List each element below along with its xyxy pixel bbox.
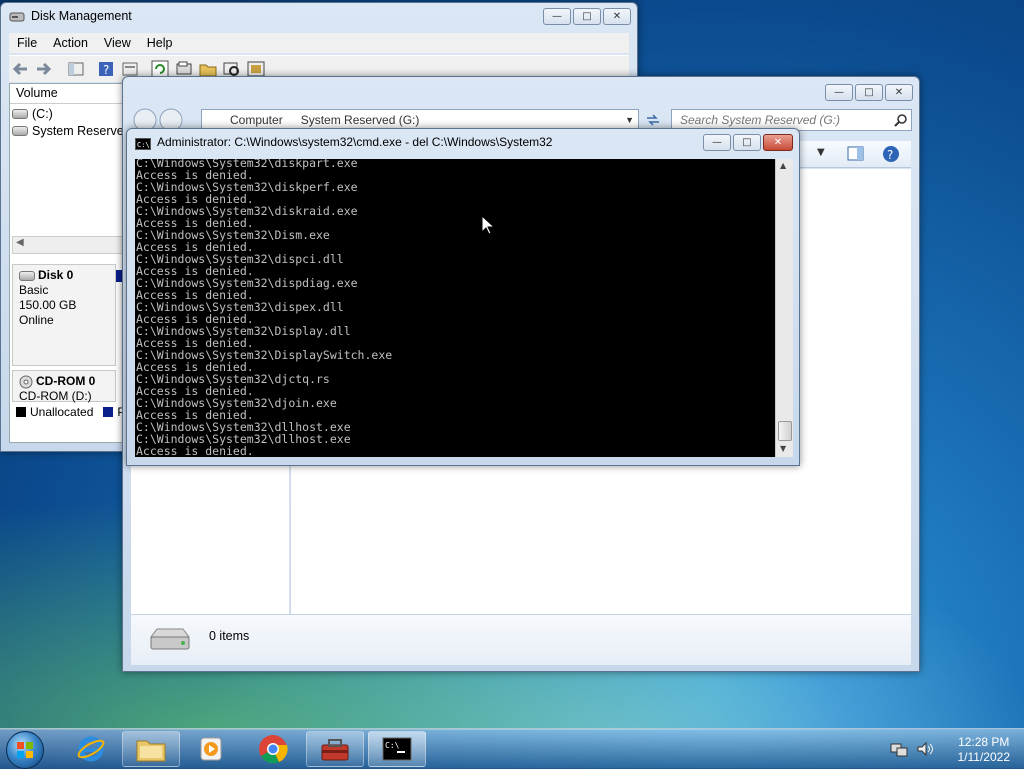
volume-row-system-reserved[interactable]: System Reserved (12, 124, 131, 138)
disk-management-titlebar[interactable]: Disk Management — □ ✕ (1, 3, 637, 31)
drive-icon (12, 126, 28, 136)
help-icon[interactable]: ? (882, 145, 900, 163)
svg-text:?: ? (887, 148, 893, 162)
forward-icon[interactable] (35, 60, 53, 78)
hard-disk-icon (19, 270, 35, 281)
cmd-scrollbar[interactable]: ▲ ▼ (775, 159, 793, 457)
drive-icon (12, 109, 28, 119)
disk-0-name: Disk 0 (38, 268, 74, 282)
disk-0-card[interactable]: Disk 0 Basic 150.00 GB Online (12, 264, 116, 366)
search-icon[interactable] (894, 114, 908, 128)
clock-date: 1/11/2022 (957, 750, 1011, 764)
address-dropdown-icon[interactable]: ▼ (625, 115, 634, 125)
close-button[interactable]: ✕ (763, 134, 793, 151)
scroll-down-icon[interactable]: ▼ (780, 444, 786, 453)
minimize-button[interactable]: — (703, 134, 731, 151)
taskbar-chrome[interactable] (244, 731, 302, 767)
breadcrumb-computer[interactable]: Computer (230, 113, 283, 127)
start-button[interactable] (6, 731, 44, 769)
cmd-window: C:\ Administrator: C:\Windows\system32\c… (126, 128, 800, 466)
folder-icon (136, 740, 166, 762)
menu-view[interactable]: View (96, 36, 139, 50)
menu-action[interactable]: Action (45, 36, 96, 50)
legend: Unallocated P (16, 405, 125, 419)
legend-swatch-primary (103, 407, 114, 417)
console-tree-icon[interactable] (67, 60, 85, 78)
cmd-app-icon: C:\ (135, 138, 151, 150)
horizontal-scrollbar[interactable]: ◀ (12, 236, 124, 254)
disk-0-type: Basic (19, 283, 49, 297)
windows-logo-icon (17, 742, 33, 758)
menu-file[interactable]: File (9, 36, 45, 50)
taskbar-file-explorer[interactable] (122, 731, 180, 767)
volume-label: System Reserved (32, 124, 131, 138)
network-icon[interactable] (890, 741, 908, 757)
item-count: 0 items (209, 629, 250, 643)
window-title: Administrator: C:\Windows\system32\cmd.e… (157, 135, 553, 149)
disk-0-status: Online (19, 313, 54, 327)
volume-label: (C:) (32, 107, 53, 121)
help-icon[interactable]: ? (97, 60, 115, 78)
disk-management-app-icon (9, 12, 25, 22)
details-pane: 0 items (131, 614, 911, 665)
column-header-volume[interactable]: Volume (10, 86, 122, 104)
cdrom-0-card[interactable]: CD-ROM 0 CD-ROM (D:) (12, 370, 116, 403)
breadcrumb-drive[interactable]: System Reserved (G:) (301, 113, 420, 127)
cmd-console[interactable]: C:\Windows\System32\diskpart.exe Access i… (135, 159, 775, 457)
cdrom-0-drive: CD-ROM (D:) (19, 389, 92, 403)
volume-row-c[interactable]: (C:) (12, 107, 53, 121)
maximize-button[interactable]: □ (573, 8, 601, 25)
taskbar-command-prompt[interactable]: C:\ (368, 731, 426, 767)
cmd-line: Access is denied. (136, 444, 254, 457)
taskbar-internet-explorer[interactable] (62, 731, 120, 767)
taskbar-media-player[interactable] (182, 731, 240, 767)
maximize-button[interactable]: □ (855, 84, 883, 101)
notification-area (890, 741, 934, 757)
scroll-thumb[interactable] (778, 421, 792, 441)
internet-explorer-icon (77, 736, 105, 762)
cdrom-0-name: CD-ROM 0 (36, 374, 96, 388)
legend-swatch-unallocated (16, 407, 26, 417)
minimize-button[interactable]: — (825, 84, 853, 101)
command-prompt-icon: C:\ (382, 737, 412, 761)
scroll-left-icon[interactable]: ◀ (16, 237, 24, 248)
toolbox-icon (321, 739, 349, 761)
taskbar-toolbox[interactable] (306, 731, 364, 767)
refresh-icon[interactable] (645, 113, 661, 127)
close-button[interactable]: ✕ (603, 8, 631, 25)
menu-help[interactable]: Help (139, 36, 181, 50)
window-title: Disk Management (31, 9, 132, 23)
cmd-output: C:\Windows\System32\diskpart.exe Access i… (136, 159, 392, 457)
clock-time: 12:28 PM (958, 735, 1010, 749)
cmd-titlebar[interactable]: C:\ Administrator: C:\Windows\system32\c… (127, 129, 799, 157)
chrome-icon (259, 735, 288, 764)
mouse-cursor-icon (481, 215, 495, 235)
back-icon[interactable] (11, 60, 29, 78)
preview-pane-icon[interactable] (847, 146, 865, 162)
clock[interactable]: 12:28 PM 1/11/2022 (958, 735, 1011, 765)
minimize-button[interactable]: — (543, 8, 571, 25)
svg-text:?: ? (103, 63, 109, 77)
taskbar: C:\ 12:28 PM 1/11/2022 (0, 728, 1024, 769)
cdrom-icon (19, 375, 33, 388)
drive-icon (150, 628, 190, 650)
disk-0-size: 150.00 GB (19, 298, 77, 312)
maximize-button[interactable]: □ (733, 134, 761, 151)
legend-unallocated: Unallocated (30, 405, 94, 419)
media-player-icon (200, 737, 222, 761)
svg-text:C:\: C:\ (385, 741, 400, 750)
volume-icon[interactable] (916, 741, 934, 757)
scroll-up-icon[interactable]: ▲ (780, 161, 786, 170)
views-dropdown-icon[interactable]: ▼ (817, 147, 825, 158)
svg-text:C:\: C:\ (137, 141, 150, 149)
menu-bar: File Action View Help (9, 33, 629, 53)
close-button[interactable]: ✕ (885, 84, 913, 101)
